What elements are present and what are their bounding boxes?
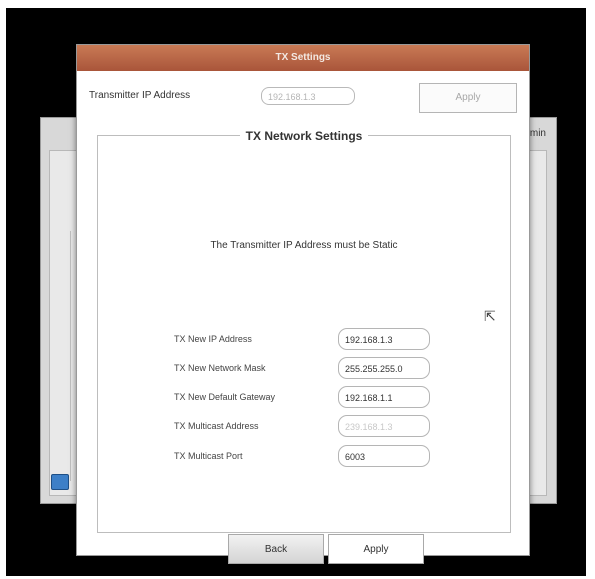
field-row-port: TX Multicast Port 6003 [174,445,444,469]
network-mask-label: TX New Network Mask [174,363,266,373]
apply-button[interactable]: Apply [328,534,424,564]
multicast-address-label: TX Multicast Address [174,421,259,431]
tx-settings-dialog: TX Settings Transmitter IP Address 192.1… [76,44,530,564]
default-gateway-label: TX New Default Gateway [174,392,276,402]
transmitter-ip-input[interactable]: 192.168.1.3 [261,87,355,105]
field-row-mask: TX New Network Mask 255.255.255.0 [174,357,444,381]
transmitter-ip-label: Transmitter IP Address [89,90,191,101]
power-icon [51,474,69,490]
dialog-title: TX Settings [77,45,529,71]
tx-network-settings-group: TX Network Settings The Transmitter IP A… [97,129,511,564]
multicast-address-input: 239.168.1.3 [338,415,430,437]
static-ip-notice: The Transmitter IP Address must be Stati… [210,240,398,251]
field-row-multicast: TX Multicast Address 239.168.1.3 [174,415,444,439]
network-mask-input[interactable]: 255.255.255.0 [338,357,430,379]
new-ip-input[interactable]: 192.168.1.3 [338,328,430,350]
section-title: TX Network Settings [239,129,369,143]
new-ip-label: TX New IP Address [174,334,252,344]
multicast-port-label: TX Multicast Port [174,451,243,461]
transmitter-row: Transmitter IP Address 192.168.1.3 Apply [77,71,529,121]
default-gateway-input[interactable]: 192.168.1.1 [338,386,430,408]
back-button[interactable]: Back [228,534,324,564]
section-title-wrap: TX Network Settings [98,127,510,145]
field-row-ip: TX New IP Address 192.168.1.3 [174,328,444,352]
apply-top-button[interactable]: Apply [419,83,517,113]
cursor-icon: ⇱ [484,308,496,324]
field-row-gateway: TX New Default Gateway 192.168.1.1 [174,386,444,410]
multicast-port-input[interactable]: 6003 [338,445,430,467]
